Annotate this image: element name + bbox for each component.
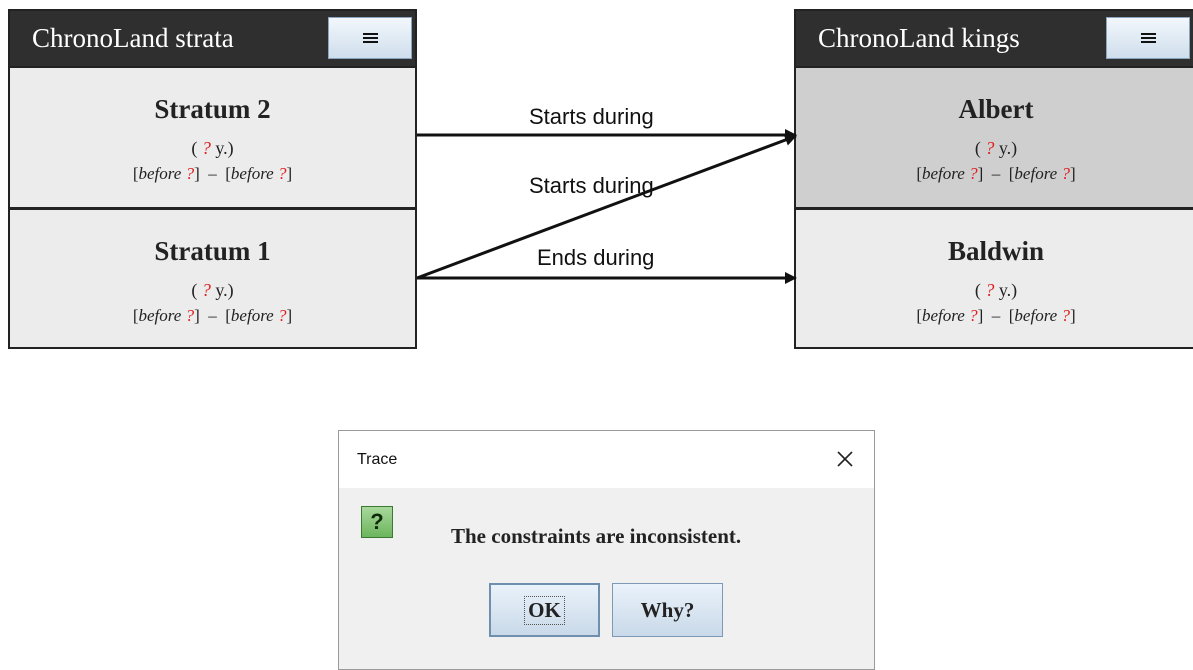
ok-button[interactable]: OK	[489, 583, 600, 637]
dialog-message: The constraints are inconsistent.	[451, 524, 742, 548]
dialog-titlebar: Trace	[339, 431, 874, 488]
why-button[interactable]: Why?	[612, 583, 723, 637]
trace-dialog: Trace ? The constraints are inconsistent…	[338, 430, 875, 670]
relation-label: Starts during	[529, 104, 654, 129]
dialog-title: Trace	[357, 451, 398, 468]
close-icon[interactable]	[830, 444, 860, 474]
question-icon: ?	[361, 506, 393, 538]
relation-label: Starts during	[529, 173, 654, 198]
ok-button-label: OK	[524, 595, 565, 625]
relation-label: Ends during	[537, 245, 655, 270]
